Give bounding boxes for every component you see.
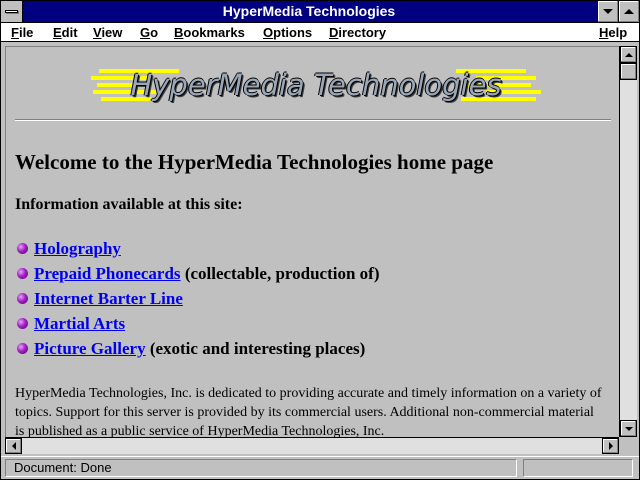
vertical-scroll-thumb[interactable] (620, 63, 637, 80)
page-title: Welcome to the HyperMedia Technologies h… (15, 150, 494, 174)
menu-options-mnemonic: O (263, 25, 274, 40)
menu-bar: File Edit View Go Bookmarks Options Dire… (1, 23, 639, 42)
menu-directory-label: irectory (338, 25, 387, 40)
company-logo: HyperMedia Technologies (91, 65, 541, 105)
purple-ball-bullet-icon (17, 293, 28, 304)
menu-help-mnemonic: H (599, 25, 609, 40)
link-picture-gallery[interactable]: Picture Gallery (34, 339, 146, 358)
list-item: Picture Gallery (exotic and interesting … (15, 336, 380, 361)
progress-indicator (523, 459, 633, 477)
menu-directory-mnemonic: D (329, 25, 339, 40)
title-bar[interactable]: HyperMedia Technologies (1, 1, 639, 23)
scroll-down-button[interactable] (620, 420, 637, 437)
menu-help[interactable]: Help (599, 24, 627, 41)
scroll-left-button[interactable] (5, 438, 22, 454)
list-item: Holography (15, 236, 380, 261)
arrow-down-icon (624, 426, 633, 431)
maximize-button[interactable] (618, 1, 639, 22)
menu-go-mnemonic: G (140, 25, 151, 40)
purple-ball-bullet-icon (17, 318, 28, 329)
link-note: (collectable, production of) (180, 264, 380, 283)
link-martial-arts[interactable]: Martial Arts (34, 314, 125, 333)
link-list: Holography Prepaid Phonecards (collectab… (15, 236, 380, 361)
menu-options[interactable]: Options (263, 24, 312, 41)
horizontal-scrollbar[interactable] (5, 437, 619, 454)
vertical-scroll-track[interactable] (620, 63, 637, 420)
horizontal-scroll-track[interactable] (22, 438, 602, 454)
vertical-scrollbar[interactable] (619, 46, 637, 437)
system-menu-icon (5, 10, 18, 13)
menu-edit[interactable]: Edit (53, 24, 78, 41)
link-holography[interactable]: Holography (34, 239, 121, 258)
arrow-right-icon (608, 442, 613, 450)
menu-bookmarks-mnemonic: B (174, 25, 184, 40)
browser-window: HyperMedia Technologies File Edit View G… (0, 0, 640, 480)
arrow-up-icon (624, 52, 633, 57)
menu-options-label: ptions (273, 25, 313, 40)
menu-view[interactable]: View (93, 24, 122, 41)
purple-ball-bullet-icon (17, 243, 28, 254)
list-item: Internet Barter Line (15, 286, 380, 311)
link-internet-barter-line[interactable]: Internet Barter Line (34, 289, 183, 308)
window-title: HyperMedia Technologies (222, 3, 396, 19)
intro-paragraph: HyperMedia Technologies, Inc. is dedicat… (15, 386, 602, 437)
horizontal-rule (15, 119, 611, 121)
menu-edit-mnemonic: E (53, 25, 62, 40)
menu-edit-label: dit (61, 25, 78, 40)
menu-view-label: iew (101, 25, 123, 40)
logo-text: HyperMedia Technologies (130, 68, 502, 102)
menu-directory[interactable]: Directory (329, 24, 386, 41)
menu-go[interactable]: Go (140, 24, 158, 41)
menu-go-label: o (150, 25, 159, 40)
link-prepaid-phonecards[interactable]: Prepaid Phonecards (34, 264, 181, 283)
menu-file-label: ile (18, 25, 34, 40)
section-heading: Information available at this site: (15, 196, 243, 213)
scroll-right-button[interactable] (602, 438, 619, 454)
system-menu-button[interactable] (1, 1, 23, 22)
minimize-icon (603, 9, 613, 14)
list-item: Prepaid Phonecards (collectable, product… (15, 261, 380, 286)
status-text: Document: Done (5, 459, 517, 477)
status-bar: Document: Done (1, 456, 639, 479)
arrow-left-icon (11, 442, 16, 450)
menu-file[interactable]: File (11, 24, 33, 41)
menu-help-label: elp (608, 25, 628, 40)
menu-bookmarks-label: ookmarks (183, 25, 245, 40)
menu-file-mnemonic: F (11, 25, 19, 40)
purple-ball-bullet-icon (17, 268, 28, 279)
minimize-button[interactable] (597, 1, 618, 22)
page-content[interactable]: HyperMedia Technologies Welcome to the H… (5, 46, 619, 437)
maximize-icon (624, 9, 634, 14)
scroll-up-button[interactable] (620, 46, 637, 63)
link-note: (exotic and interesting places) (145, 339, 366, 358)
menu-bookmarks[interactable]: Bookmarks (174, 24, 245, 41)
list-item: Martial Arts (15, 311, 380, 336)
purple-ball-bullet-icon (17, 343, 28, 354)
